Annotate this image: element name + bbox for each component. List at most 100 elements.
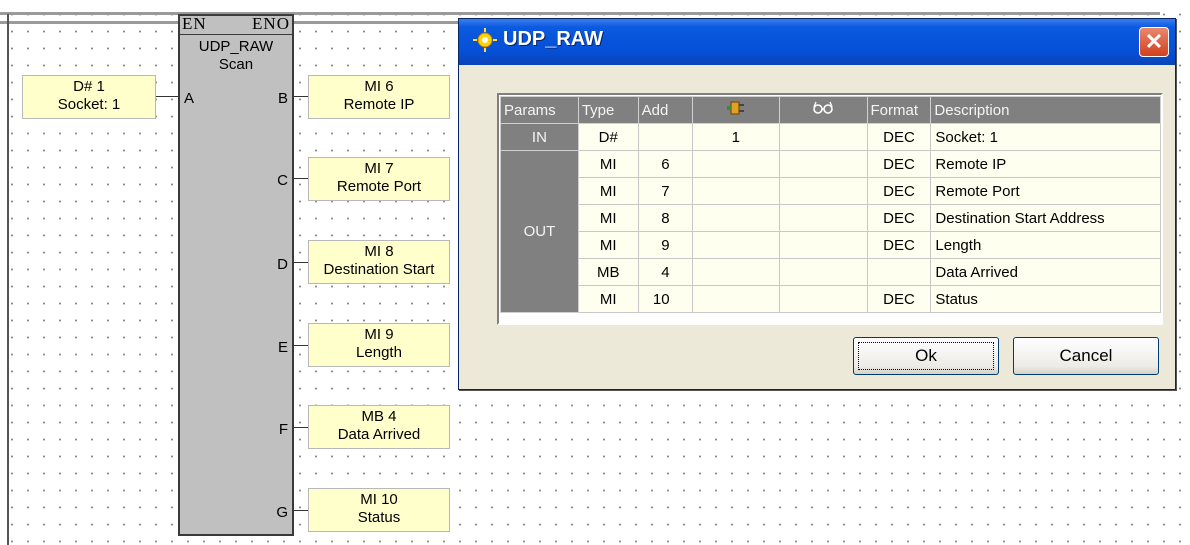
operand-description: Destination Start (323, 261, 435, 278)
operand-address: MI 8 (364, 243, 394, 260)
operand-description: Remote Port (336, 178, 422, 195)
cell-format[interactable]: DEC (866, 204, 932, 232)
cell-format[interactable]: DEC (866, 123, 932, 151)
header-type[interactable]: Type (577, 96, 639, 124)
output-operand-d[interactable]: MI 8 Destination Start (308, 240, 450, 284)
table-row[interactable]: MB 4 Data Arrived (501, 258, 1161, 286)
cell-description[interactable]: Length (930, 231, 1161, 259)
input-operand-socket[interactable]: D# 1 Socket: 1 (22, 75, 156, 119)
operand-description: Data Arrived (337, 426, 421, 443)
eno-label: ENO (252, 14, 290, 33)
operand-description: Status (357, 509, 401, 526)
sun-app-icon (473, 28, 497, 52)
table-row[interactable]: MI 10 DEC Status (501, 285, 1161, 313)
wire-d (294, 262, 308, 263)
table-row[interactable]: MI 8 DEC Destination Start Address (501, 204, 1161, 232)
table-row[interactable]: MI 9 DEC Length (501, 231, 1161, 259)
cell-value[interactable] (691, 150, 781, 178)
pin-a-label: A (184, 90, 195, 107)
cell-value[interactable] (691, 204, 781, 232)
cell-format[interactable]: DEC (866, 177, 932, 205)
cancel-button[interactable]: Cancel (1013, 337, 1159, 375)
cell-type[interactable]: MI (577, 177, 639, 205)
plug-icon (726, 101, 744, 115)
cell-description[interactable]: Status (930, 285, 1161, 313)
pin-c-label: C (277, 172, 288, 189)
params-table: Params Type Add Format Description IN D#… (500, 96, 1161, 313)
cell-format[interactable] (866, 258, 932, 286)
pin-b-label: B (277, 90, 288, 107)
dialog-titlebar[interactable]: UDP_RAW ✕ (459, 19, 1175, 65)
output-operand-c[interactable]: MI 7 Remote Port (308, 157, 450, 201)
cell-format[interactable]: DEC (866, 150, 932, 178)
cell-value[interactable]: 1 (691, 123, 781, 151)
wire-c (294, 178, 308, 179)
cell-type[interactable]: D# (577, 123, 639, 151)
cell-type[interactable]: MI (577, 285, 639, 313)
udp-raw-dialog[interactable]: UDP_RAW ✕ Params Type Add Format Descrip… (458, 18, 1176, 390)
header-format[interactable]: Format (866, 96, 932, 124)
table-row[interactable]: IN D# 1 DEC Socket: 1 (500, 123, 1161, 151)
block-subtitle: Scan (218, 56, 254, 73)
close-button[interactable]: ✕ (1139, 27, 1169, 57)
power-rail-left (7, 14, 9, 545)
header-params[interactable]: Params (500, 96, 579, 124)
pin-f-label: F (278, 421, 288, 438)
operand-description: Length (356, 344, 402, 361)
cell-description[interactable]: Socket: 1 (930, 123, 1161, 151)
cell-watch[interactable] (779, 123, 868, 151)
cell-watch[interactable] (779, 258, 868, 286)
cell-add[interactable]: 9 (637, 231, 693, 259)
cell-description[interactable]: Remote IP (930, 150, 1161, 178)
cell-watch[interactable] (779, 177, 868, 205)
operand-address: MB 4 (361, 408, 397, 425)
cell-value[interactable] (691, 231, 781, 259)
output-operand-f[interactable]: MB 4 Data Arrived (308, 405, 450, 449)
header-plug[interactable] (691, 96, 781, 124)
cell-add[interactable]: 8 (637, 204, 693, 232)
pin-e-label: E (277, 339, 288, 356)
cell-add[interactable]: 4 (637, 258, 693, 286)
header-glasses[interactable] (779, 96, 868, 124)
power-rail-top (0, 12, 1160, 15)
header-description[interactable]: Description (930, 96, 1161, 124)
wire-g (294, 510, 308, 511)
block-name: UDP_RAW (198, 38, 274, 55)
cell-value[interactable] (691, 258, 781, 286)
output-operand-g[interactable]: MI 10 Status (308, 488, 450, 532)
function-block-udp-raw[interactable]: EN ENO UDP_RAW Scan A B C D E F G (178, 14, 294, 536)
cell-watch[interactable] (779, 150, 868, 178)
cell-add[interactable] (637, 123, 693, 151)
glasses-icon (813, 101, 834, 114)
cell-format[interactable]: DEC (866, 285, 932, 313)
cell-add[interactable]: 10 (637, 285, 693, 313)
operand-address: D# 1 (73, 78, 105, 95)
cell-format[interactable]: DEC (866, 231, 932, 259)
block-divider (180, 34, 292, 35)
output-operand-b[interactable]: MI 6 Remote IP (308, 75, 450, 119)
header-add[interactable]: Add (637, 96, 693, 124)
cell-value[interactable] (691, 285, 781, 313)
group-in: IN (500, 123, 579, 151)
cell-add[interactable]: 7 (637, 177, 693, 205)
ok-button[interactable]: Ok (853, 337, 999, 375)
cell-type[interactable]: MI (577, 231, 639, 259)
cell-type[interactable]: MI (577, 204, 639, 232)
cell-type[interactable]: MB (577, 258, 639, 286)
cell-watch[interactable] (779, 231, 868, 259)
cell-watch[interactable] (779, 285, 868, 313)
focus-rect (858, 342, 994, 370)
table-row[interactable]: OUT MI 6 DEC Remote IP (500, 150, 1161, 313)
cell-type[interactable]: MI (577, 150, 639, 178)
output-operand-e[interactable]: MI 9 Length (308, 323, 450, 367)
dialog-title: UDP_RAW (503, 28, 604, 50)
cell-add[interactable]: 6 (637, 150, 693, 178)
cell-description[interactable]: Remote Port (930, 177, 1161, 205)
cell-watch[interactable] (779, 204, 868, 232)
cell-description[interactable]: Destination Start Address (930, 204, 1161, 232)
table-row[interactable]: MI 7 DEC Remote Port (501, 177, 1161, 205)
operand-description: Remote IP (343, 96, 415, 113)
cell-value[interactable] (691, 177, 781, 205)
operand-address: MI 7 (364, 160, 394, 177)
cell-description[interactable]: Data Arrived (930, 258, 1161, 286)
